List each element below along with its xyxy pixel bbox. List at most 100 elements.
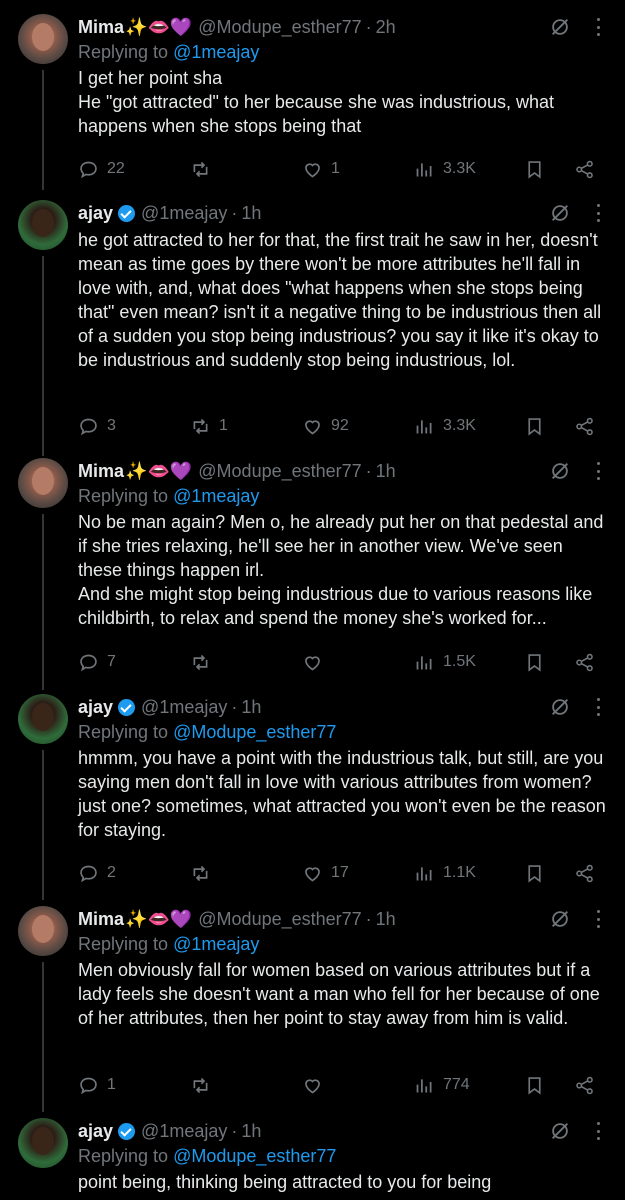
like-button[interactable]: 92 [302,416,349,437]
grok-icon[interactable] [549,908,571,930]
more-options-icon[interactable] [597,462,601,480]
handle[interactable]: @1meajay [141,203,227,224]
views-button[interactable]: 774 [414,1075,470,1096]
share-button[interactable] [574,652,595,673]
timestamp[interactable]: 1h [241,203,261,224]
repost-button[interactable]: 1 [190,416,228,437]
like-button[interactable] [302,1075,331,1096]
tweet-header: Mima ✨👄💜 @Modupe_esther77 · 1h [78,906,611,932]
display-name[interactable]: ajay [78,203,113,224]
avatar[interactable] [18,200,68,250]
grok-icon[interactable] [549,460,571,482]
repost-button[interactable] [190,1075,219,1096]
views-button[interactable]: 1.5K [414,652,476,673]
grok-icon[interactable] [549,1120,571,1142]
views-icon [416,655,432,669]
grok-icon[interactable] [549,16,571,38]
separator-dot: · [365,908,372,929]
tweet-header: Mima ✨👄💜 @Modupe_esther77 · 1h [78,458,611,484]
replying-to: Replying to @Modupe_esther77 [78,722,337,742]
timestamp[interactable]: 2h [376,17,396,38]
views-button[interactable]: 3.3K [414,416,476,437]
share-icon [576,160,593,178]
handle[interactable]: @Modupe_esther77 [198,909,361,930]
display-name[interactable]: Mima [78,909,124,930]
avatar[interactable] [18,458,68,508]
thread-line [42,514,44,690]
bookmark-button[interactable] [524,1075,545,1096]
timestamp[interactable]: 1h [376,909,396,930]
bookmark-icon [528,1076,541,1095]
display-name[interactable]: ajay [78,697,113,718]
repost-button[interactable] [190,652,219,673]
bookmark-button[interactable] [524,159,545,180]
name-emoji: ✨👄💜 [125,908,193,929]
handle[interactable]: @Modupe_esther77 [198,461,361,482]
views-icon [416,866,432,880]
handle[interactable]: @1meajay [141,697,227,718]
timestamp[interactable]: 1h [241,1121,261,1142]
display-name[interactable]: Mima [78,17,124,38]
reply-button[interactable]: 3 [78,416,116,437]
timestamp[interactable]: 1h [241,697,261,718]
repost-button[interactable] [190,159,219,180]
repost-button[interactable] [190,863,219,884]
reply-button[interactable]: 1 [78,1075,116,1096]
tweet-text: I get her point sha He "got attracted" t… [78,68,555,136]
reply-button[interactable]: 2 [78,863,116,884]
grok-icon[interactable] [549,696,571,718]
grok-icon[interactable] [549,202,571,224]
tweet-text: hmmm, you have a point with the industri… [78,748,606,840]
replying-to-link[interactable]: @1meajay [173,486,259,506]
views-button[interactable]: 1.1K [414,863,476,884]
more-options-icon[interactable] [597,204,601,222]
share-button[interactable] [574,416,595,437]
more-options-icon[interactable] [597,910,601,928]
replying-to-link[interactable]: @Modupe_esther77 [173,1146,336,1166]
like-button[interactable]: 17 [302,863,349,884]
more-options-icon[interactable] [597,1122,601,1140]
avatar[interactable] [18,694,68,744]
action-bar: 2 17 1.1K [78,860,625,886]
avatar[interactable] [18,14,68,64]
like-button[interactable] [302,652,331,673]
more-options-icon[interactable] [597,698,601,716]
replying-to: Replying to @Modupe_esther77 [78,1146,337,1166]
separator-dot: · [231,202,238,223]
replying-to-link[interactable]: @Modupe_esther77 [173,722,336,742]
tweet-header: ajay @1meajay · 1h [78,1118,611,1144]
bookmark-button[interactable] [524,652,545,673]
display-name[interactable]: ajay [78,1121,113,1142]
more-options-icon[interactable] [597,18,601,36]
verified-badge-icon [118,1122,136,1140]
avatar[interactable] [18,1118,68,1168]
replying-to-link[interactable]: @1meajay [173,42,259,62]
reply-icon [80,865,97,882]
display-name[interactable]: Mima [78,461,124,482]
reply-icon [80,1077,97,1094]
views-button[interactable]: 3.3K [414,159,476,180]
share-button[interactable] [574,1075,595,1096]
action-bar: 22 1 3.3K [78,156,625,182]
handle[interactable]: @Modupe_esther77 [198,17,361,38]
separator-dot: · [231,1120,238,1141]
separator-dot: · [365,460,372,481]
separator-dot: · [365,16,372,37]
bookmark-button[interactable] [524,863,545,884]
heart-icon [305,655,320,670]
reply-button[interactable]: 7 [78,652,116,673]
avatar[interactable] [18,906,68,956]
share-button[interactable] [574,159,595,180]
bookmark-icon [528,160,541,179]
replying-to-link[interactable]: @1meajay [173,934,259,954]
timestamp[interactable]: 1h [376,461,396,482]
share-button[interactable] [574,863,595,884]
like-button[interactable]: 1 [302,159,340,180]
bookmark-icon [528,653,541,672]
tweet-text: No be man again? Men o, he already put h… [78,512,604,628]
handle[interactable]: @1meajay [141,1121,227,1142]
reply-button[interactable]: 22 [78,159,125,180]
thread-line [42,70,44,190]
bookmark-button[interactable] [524,416,545,437]
share-icon [576,417,593,435]
